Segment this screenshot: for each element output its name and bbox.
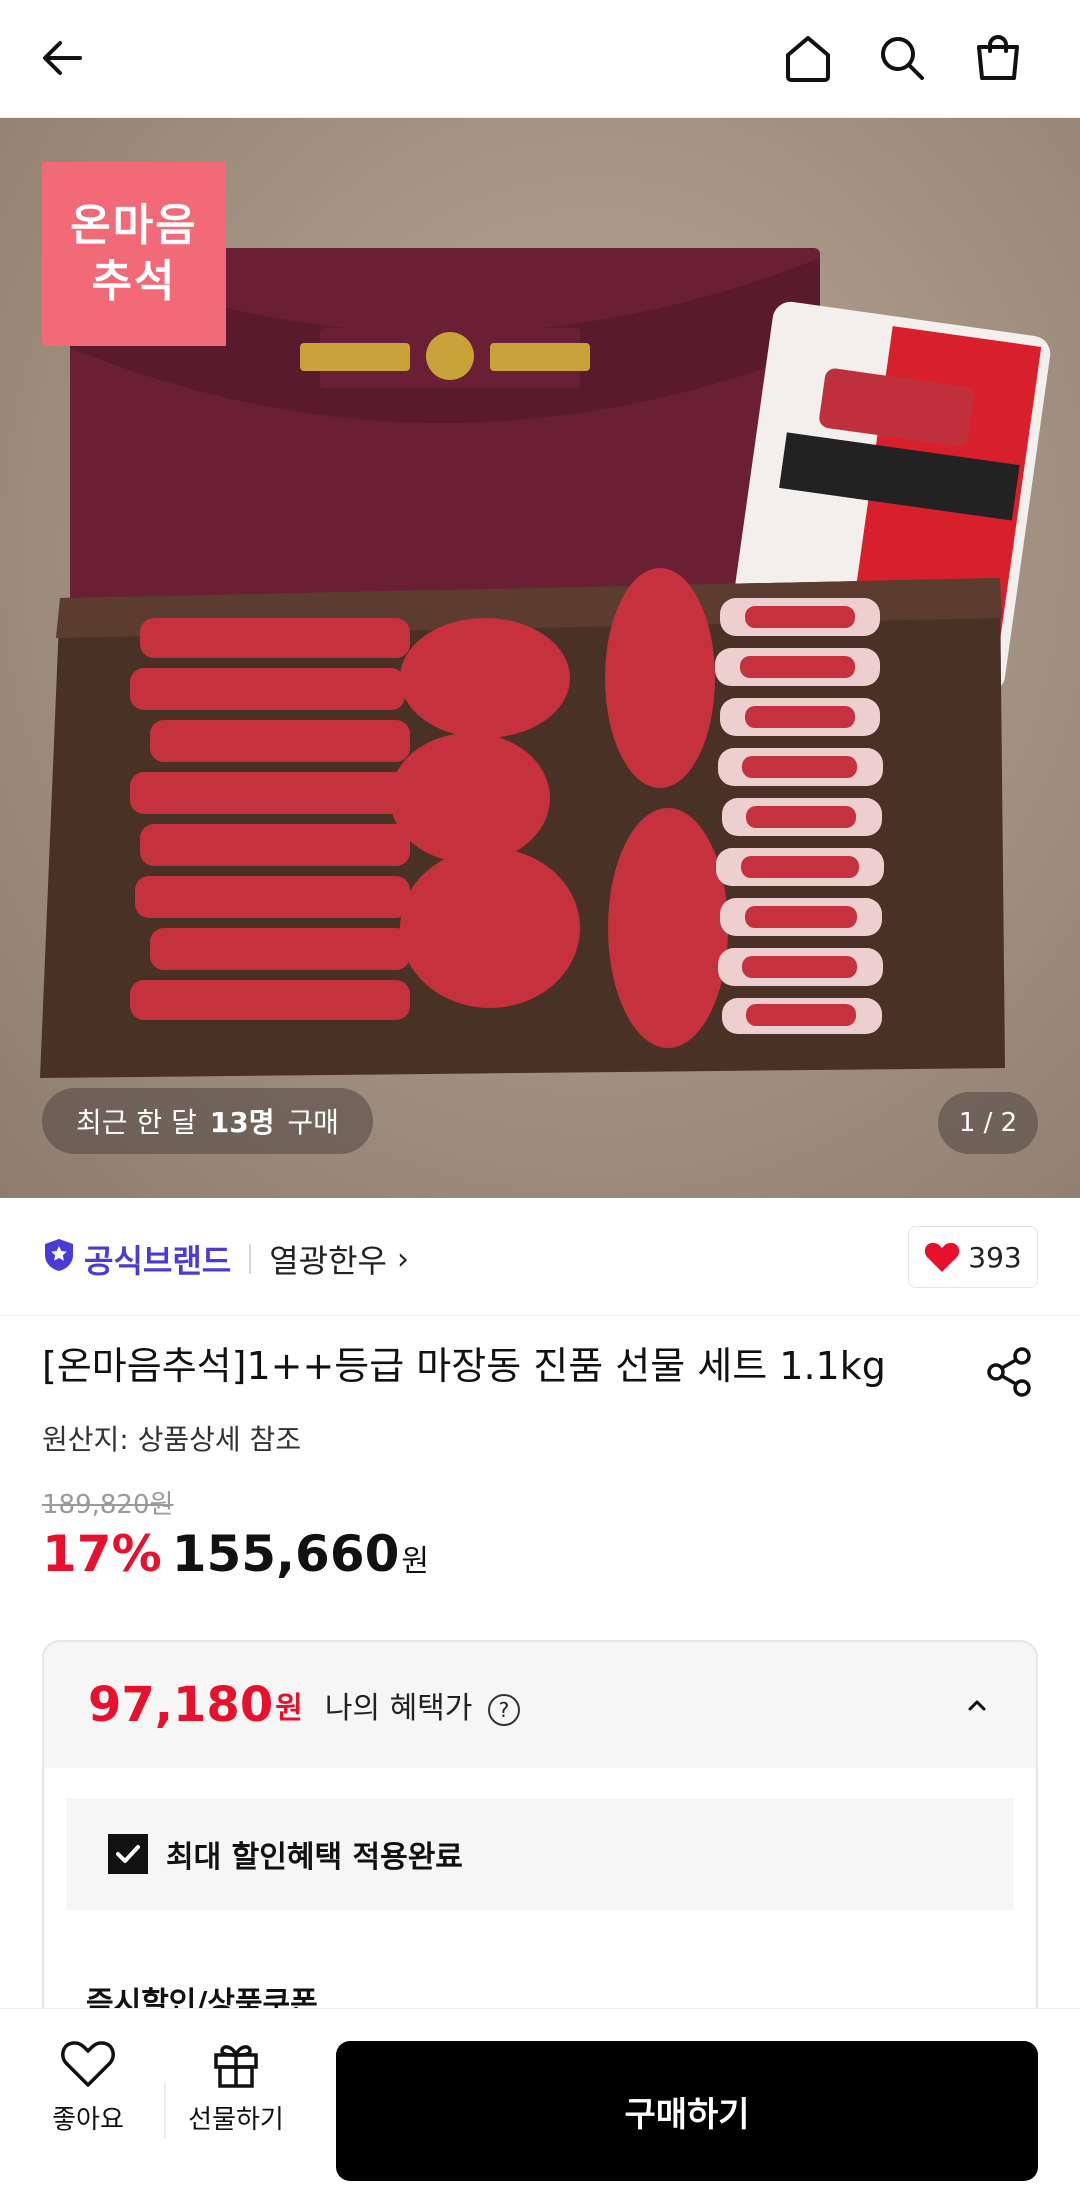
share-icon[interactable] <box>982 1344 1038 1400</box>
gift-icon <box>214 2045 258 2088</box>
help-icon[interactable]: ? <box>487 1693 520 1726</box>
divider <box>249 1244 252 1274</box>
brand-name: 열광한우 <box>269 1242 387 1280</box>
search-icon[interactable] <box>866 22 938 94</box>
applied-label: 최대 할인혜택 적용완료 <box>166 1840 463 1875</box>
chuseok-badge: 온마음 추석 <box>42 162 226 346</box>
max-discount-applied[interactable]: 최대 할인혜택 적용완료 <box>66 1798 1014 1910</box>
sale-price: 155,660 <box>171 1525 400 1583</box>
product-info: [온마음추석]1++등급 마장동 진품 선물 세트 1.1kg 원산지: 상품상… <box>42 1340 1038 1583</box>
benefit-header[interactable]: 97,180 원 나의 혜택가 ? <box>44 1642 1036 1768</box>
product-image-carousel[interactable]: 온마음 추석 최근 한 달 13명 구매 1 / 2 <box>0 118 1080 1198</box>
heart-outline-icon <box>61 2041 115 2087</box>
heart-icon <box>925 1242 960 1272</box>
price-row: 17% 155,660 원 <box>42 1525 1038 1583</box>
like-button[interactable]: 좋아요 <box>28 2039 148 2136</box>
chevron-right-icon: › <box>396 1241 409 1277</box>
shopping-bag-icon[interactable] <box>962 22 1034 94</box>
benefit-label: 나의 혜택가 ? <box>325 1683 520 1727</box>
origin-info: 원산지: 상품상세 참조 <box>42 1423 302 1456</box>
buy-button[interactable]: 구매하기 <box>336 2041 1038 2181</box>
benefit-price: 97,180 <box>88 1677 274 1733</box>
product-title: [온마음추석]1++등급 마장동 진품 선물 세트 1.1kg <box>42 1344 886 1388</box>
like-count-button[interactable]: 393 <box>908 1226 1038 1288</box>
currency-unit: 원 <box>401 1544 430 1579</box>
image-pager: 1 / 2 <box>938 1092 1038 1154</box>
brand-row: 공식브랜드 열광한우 › 393 <box>0 1198 1080 1316</box>
benefit-currency: 원 <box>275 1691 303 1726</box>
official-brand-label: 공식브랜드 <box>84 1242 232 1280</box>
gift-button[interactable]: 선물하기 <box>176 2039 296 2136</box>
like-count: 393 <box>968 1240 1022 1274</box>
divider <box>164 2083 166 2139</box>
bottom-action-bar: 좋아요 선물하기 구매하기 <box>0 2008 1080 2208</box>
checkbox-checked-icon[interactable] <box>108 1834 148 1874</box>
benefit-body: 최대 할인혜택 적용완료 즉시할인/상품쿠폰 <box>44 1768 1036 2022</box>
verified-badge-icon <box>42 1237 76 1281</box>
top-navigation-bar <box>0 0 1080 118</box>
home-icon[interactable] <box>772 22 844 94</box>
chevron-up-icon[interactable] <box>962 1690 992 1720</box>
original-price: 189,820원 <box>42 1490 174 1520</box>
brand-link[interactable]: 공식브랜드 열광한우 › <box>42 1236 409 1282</box>
recent-purchase-pill: 최근 한 달 13명 구매 <box>42 1088 373 1154</box>
arrow-left-icon[interactable] <box>26 22 98 94</box>
discount-rate: 17% <box>42 1525 162 1583</box>
